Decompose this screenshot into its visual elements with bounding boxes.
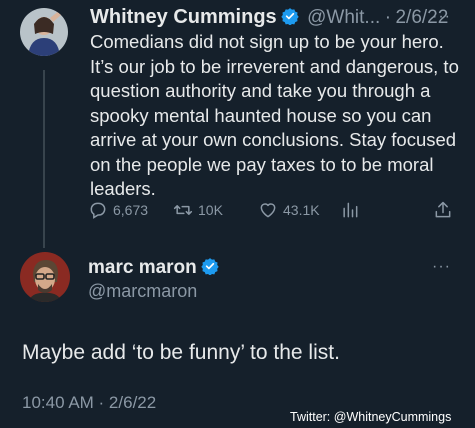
tweet1-separator: ·: [384, 7, 392, 28]
analytics-button[interactable]: [340, 200, 365, 220]
tweet1-text: Comedians did not sign up to be your her…: [90, 31, 459, 199]
like-count: 43.1K: [283, 202, 320, 218]
tweet1-more-icon[interactable]: ···: [432, 8, 451, 26]
tweet1-handle[interactable]: @Whit...: [307, 7, 380, 28]
tweet1-action-bar: 6,673 10K 43.1K: [88, 200, 458, 224]
verified-badge-icon: [280, 7, 299, 26]
thread-line: [43, 70, 45, 248]
whitney-avatar[interactable]: [20, 8, 68, 56]
tweet1-header: Whitney Cummings @Whit... · 2/6/22: [90, 6, 460, 32]
share-button[interactable]: [433, 200, 458, 220]
reply-icon: [90, 202, 106, 219]
tweet2-more-icon[interactable]: ···: [432, 258, 451, 276]
marc-avatar[interactable]: [20, 252, 70, 302]
like-icon: [260, 203, 276, 218]
analytics-icon: [343, 202, 358, 218]
reply-count: 6,673: [113, 202, 149, 218]
tweet2-handle[interactable]: @marcmaron: [88, 281, 197, 302]
retweet-button[interactable]: 10K: [173, 200, 223, 220]
retweet-count: 10K: [198, 202, 223, 218]
retweet-icon: [173, 205, 193, 215]
tweet2-header: marc maron: [88, 257, 219, 279]
like-button[interactable]: 43.1K: [258, 200, 320, 220]
tweet2-timestamp[interactable]: 10:40 AM · 2/6/22: [22, 393, 156, 413]
reply-button[interactable]: 6,673: [88, 200, 148, 220]
tweet1-author-name[interactable]: Whitney Cummings: [90, 6, 277, 28]
tweet2-text: Maybe add ‘to be funny’ to the list.: [22, 341, 340, 364]
source-credit: Twitter: @WhitneyCummings: [290, 410, 452, 424]
share-icon: [435, 201, 451, 218]
verified-badge-icon: [201, 257, 219, 276]
tweet2-author-name[interactable]: marc maron: [88, 257, 197, 278]
